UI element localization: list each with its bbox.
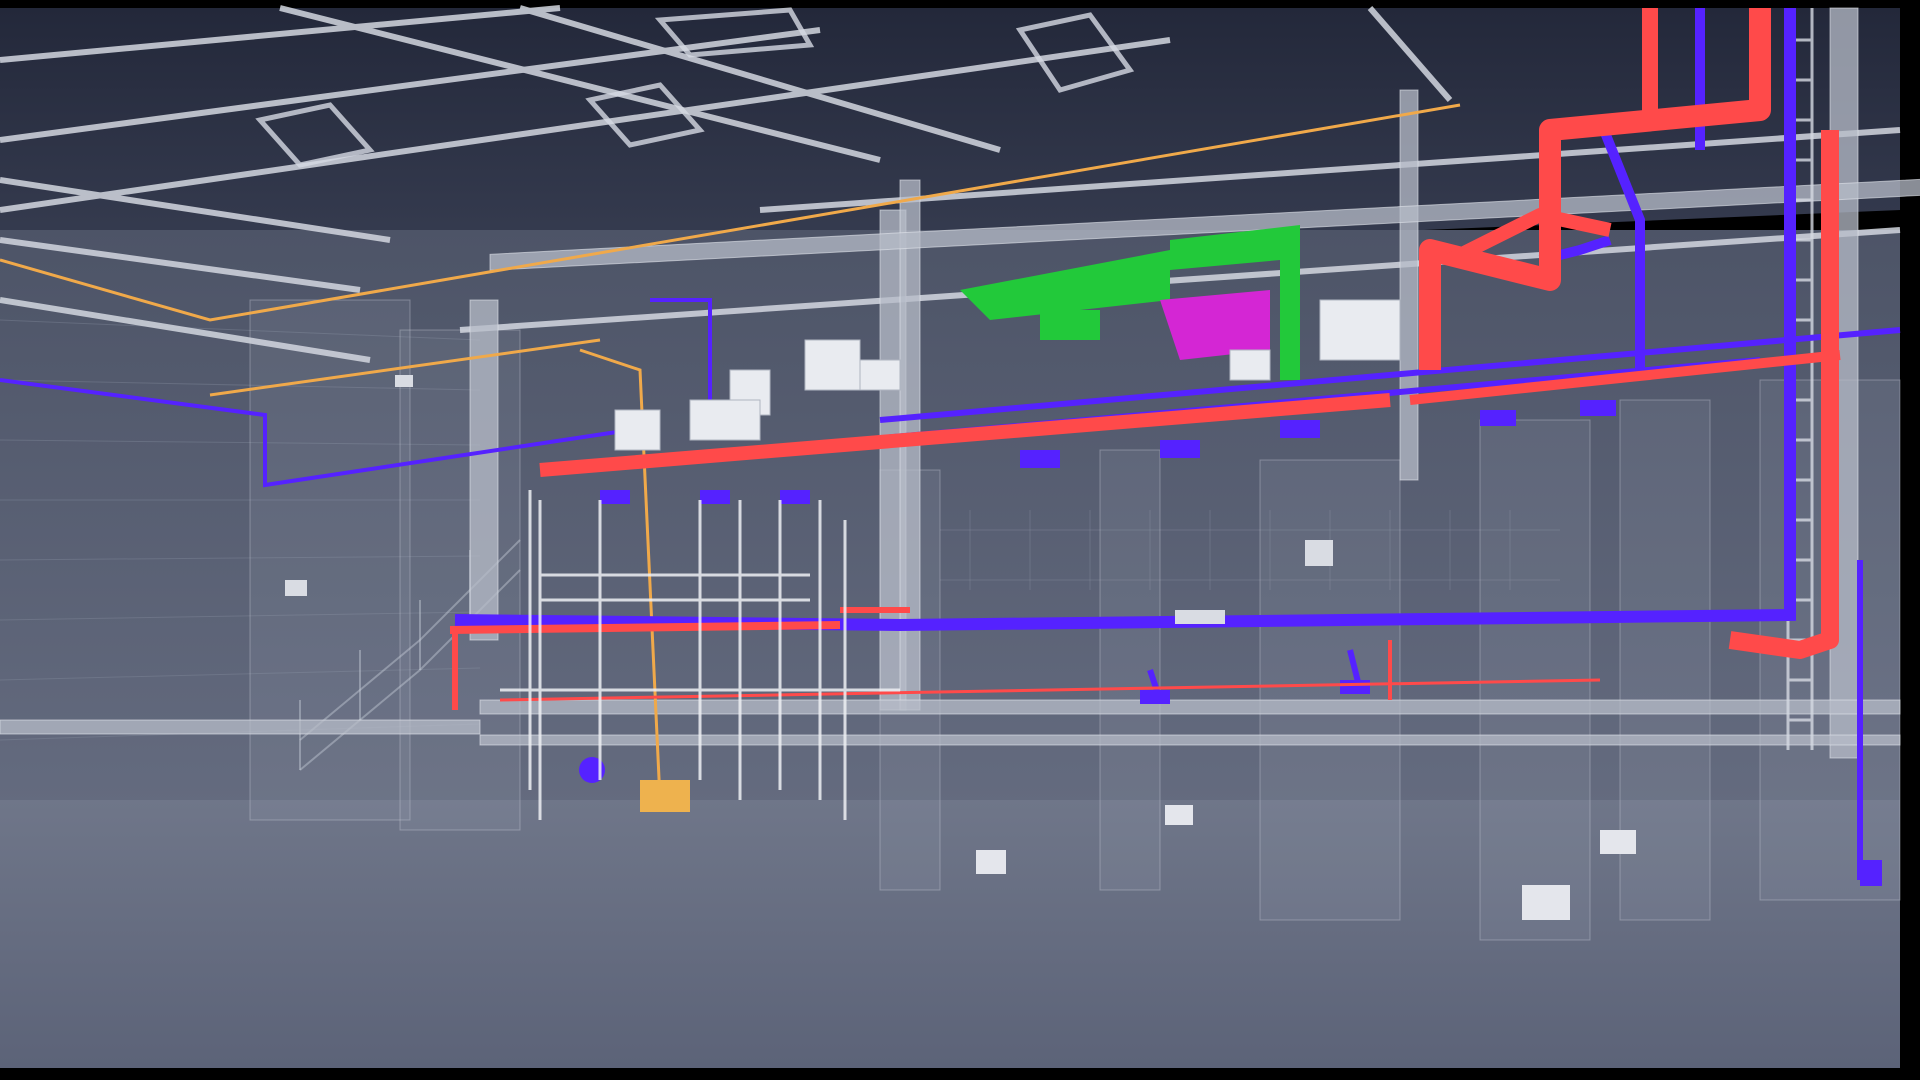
yellow-equipment-box [640,780,690,812]
bim-3d-viewport[interactable] [0,0,1920,1080]
